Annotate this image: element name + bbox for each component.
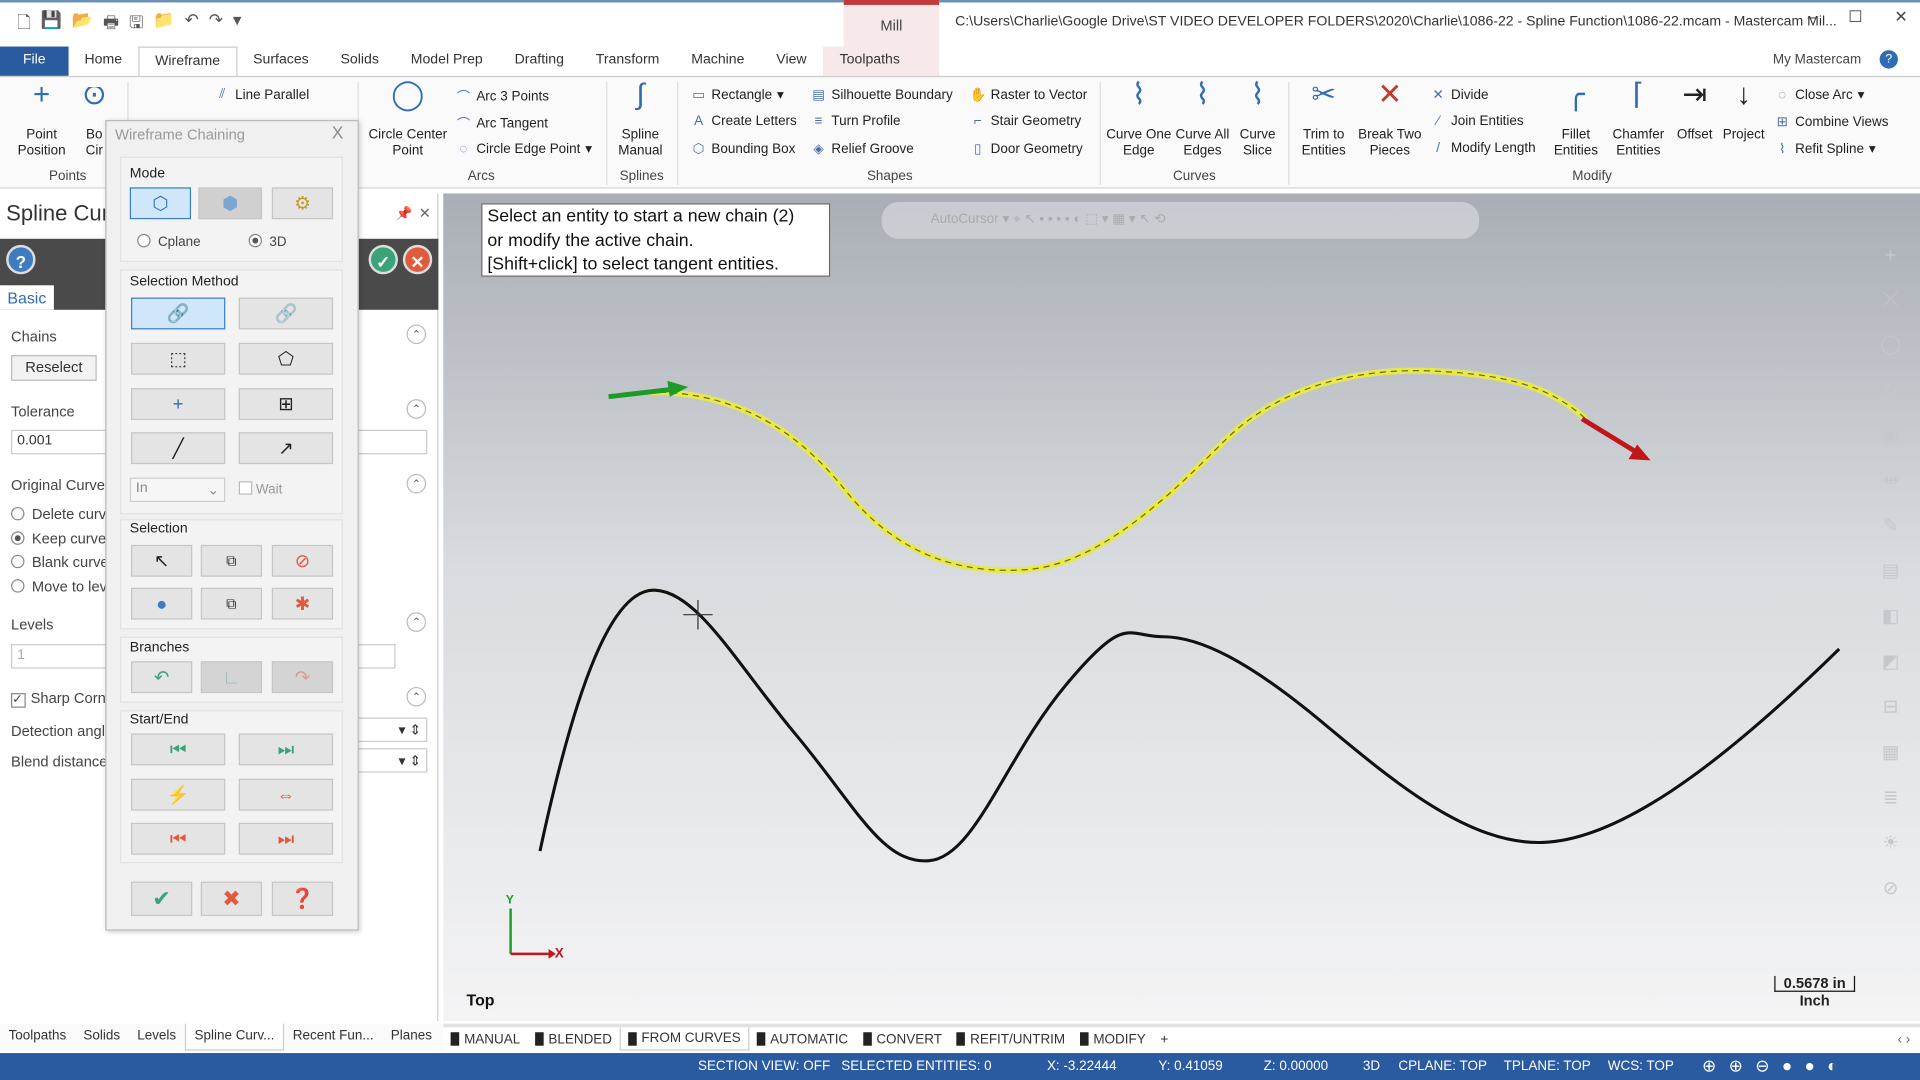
right-view-toolbar: + ⤫ ◯ ↻ ▣ ⇹ ✎ ▤ ◧ ◩ ⊟ ▦ ≣ ☀ ⊘: [1873, 245, 1907, 899]
viewsheet-manual[interactable]: MANUAL: [443, 1028, 527, 1050]
3d-mode-toggle[interactable]: 3D: [1363, 1059, 1380, 1074]
wcs-status[interactable]: WCS: TOP: [1608, 1059, 1674, 1074]
add-viewsheet-button[interactable]: +: [1153, 1028, 1176, 1050]
display-mode-icons[interactable]: ⊕⊕⊖●●◐: [1702, 1056, 1850, 1077]
viewsheet-automatic[interactable]: AUTOMATIC: [749, 1028, 855, 1050]
chaining-prompt: Select an entity to start a new chain (2…: [481, 203, 831, 277]
axis-triad: [509, 908, 556, 959]
scale-value: 0.5678 in: [1774, 975, 1856, 992]
grid-icon[interactable]: ▦: [1873, 741, 1907, 763]
status-bar: SECTION VIEW: OFF SELECTED ENTITIES: 0 X…: [0, 1053, 1920, 1080]
measure-icon[interactable]: ✎: [1873, 514, 1907, 537]
bookmark-icon: [534, 1032, 544, 1046]
bookmark-icon: [956, 1032, 966, 1046]
layer-icon[interactable]: ▤: [1873, 560, 1907, 582]
stack-icon[interactable]: ≣: [1873, 786, 1907, 808]
axis-y-label: Y: [505, 893, 514, 908]
tab-recent-functions[interactable]: Recent Fun...: [284, 1024, 382, 1051]
tab-levels-manager[interactable]: Levels: [129, 1024, 185, 1051]
tab-toolpaths-manager[interactable]: Toolpaths: [0, 1024, 75, 1051]
viewsheet-from-curves[interactable]: FROM CURVES: [619, 1027, 750, 1051]
window-zoom-icon[interactable]: ▣: [1873, 424, 1907, 446]
bookmark-icon: [1079, 1032, 1089, 1046]
y-coordinate: Y: 0.41059: [1158, 1059, 1223, 1074]
bookmark-icon: [450, 1032, 460, 1046]
selection-toolbar[interactable]: AutoCursor ▾ ⌖ ↖ ▪ ▪ ▪ ▪ ◐ ⬚ ▾ ▦ ▾ ↖ ⟲: [881, 202, 1480, 239]
zoom-out-icon[interactable]: ⤫: [1873, 289, 1907, 310]
tab-spline-curves[interactable]: Spline Curv...: [184, 1023, 285, 1051]
rotate-icon[interactable]: ↻: [1873, 378, 1907, 401]
tab-planes[interactable]: Planes: [382, 1024, 440, 1051]
geometry-canvas: [509, 367, 1841, 959]
selected-entities-status: SELECTED ENTITIES: 0: [841, 1059, 992, 1074]
viewsheet-modify[interactable]: MODIFY: [1073, 1028, 1154, 1050]
tplane-status[interactable]: TPLANE: TOP: [1504, 1059, 1591, 1074]
section-view-status[interactable]: SECTION VIEW: OFF: [698, 1059, 830, 1074]
pan-icon[interactable]: ⇹: [1873, 469, 1907, 491]
black-spline-curve[interactable]: [538, 588, 1841, 863]
viewsheet-convert[interactable]: CONVERT: [856, 1028, 950, 1050]
tab-solids-manager[interactable]: Solids: [75, 1024, 129, 1051]
viewsheet-tabs: MANUAL BLENDED FROM CURVES AUTOMATIC CON…: [443, 1023, 1920, 1051]
scale-unit: Inch: [1799, 991, 1830, 1009]
bookmark-icon: [756, 1032, 766, 1046]
z-coordinate: Z: 0.00000: [1263, 1059, 1329, 1074]
scroll-tabs-arrows[interactable]: ‹ ›: [1897, 1032, 1920, 1047]
shade-icon[interactable]: ◧: [1873, 605, 1907, 627]
chain-end-arrow: [1580, 416, 1651, 461]
light-icon[interactable]: ☀: [1873, 831, 1907, 854]
fit-icon[interactable]: ◯: [1873, 333, 1907, 355]
hide-icon[interactable]: ⊘: [1873, 877, 1907, 899]
autocursor-label[interactable]: AutoCursor: [931, 212, 999, 227]
manager-tabs: Toolpaths Solids Levels Spline Curv... R…: [0, 1023, 444, 1051]
view-name: Top: [466, 990, 495, 1009]
color-icon[interactable]: ◩: [1873, 650, 1907, 672]
zoom-in-icon[interactable]: +: [1873, 245, 1907, 266]
chained-spline-highlight[interactable]: [648, 367, 1588, 574]
viewsheet-blended[interactable]: BLENDED: [528, 1028, 620, 1050]
bookmark-icon: [627, 1031, 637, 1046]
cplane-status[interactable]: CPLANE: TOP: [1398, 1059, 1487, 1074]
viewsheet-refit-untrim[interactable]: REFIT/UNTRIM: [949, 1028, 1072, 1050]
chained-spline-dash: [648, 370, 1587, 571]
bookmark-icon: [862, 1032, 872, 1046]
x-coordinate: X: -3.22444: [1046, 1059, 1117, 1074]
section-icon[interactable]: ⊟: [1873, 696, 1907, 718]
axis-x-label: X: [554, 946, 564, 962]
